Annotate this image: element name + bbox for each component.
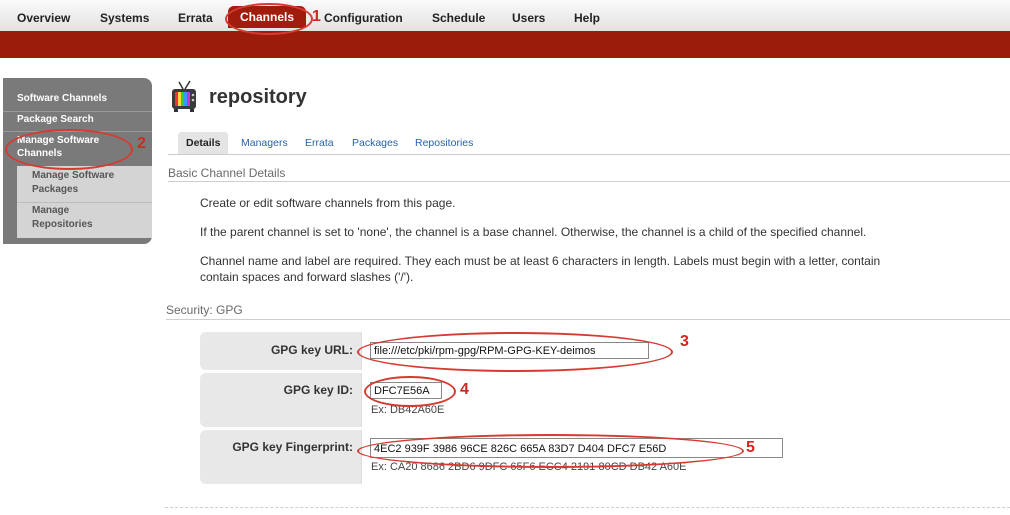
annotation-number-5: 5 [746, 439, 755, 456]
gpg-url-input[interactable]: file:///etc/pki/rpm-gpg/RPM-GPG-KEY-deim… [370, 342, 649, 359]
sidebar: Software Channels Package Search Manage … [3, 78, 152, 244]
annotation-number-1: 1 [312, 8, 321, 25]
sidebar-divider [3, 131, 152, 132]
gpg-id-row: GPG key ID: [200, 373, 792, 427]
gpg-fingerprint-hint: Ex: CA20 8686 2BD6 9DFC 65F6 ECC4 2191 8… [371, 461, 687, 473]
intro-paragraph: Create or edit software channels from th… [200, 196, 456, 210]
section-heading-gpg: Security: GPG [166, 303, 243, 317]
gpg-id-input[interactable]: DFC7E56A [370, 382, 442, 399]
gpg-fingerprint-input[interactable]: 4EC2 939F 3986 96CE 826C 665A 83D7 D404 … [370, 438, 783, 458]
requirements-paragraph-cont: contain spaces and forward slashes ('/')… [200, 270, 414, 284]
header-band [0, 31, 1010, 58]
subtab-repositories[interactable]: Repositories [415, 132, 473, 154]
sidebar-subitem-manage-software-packages[interactable]: Manage Software Packages [32, 169, 142, 197]
subtab-divider [168, 154, 1010, 155]
tv-channel-icon [172, 80, 196, 112]
parent-channel-paragraph: If the parent channel is set to 'none', … [200, 225, 867, 239]
tab-configuration[interactable]: Configuration [324, 11, 403, 25]
tab-errata[interactable]: Errata [178, 11, 213, 25]
section-divider [166, 319, 1010, 320]
bottom-divider [165, 507, 1010, 509]
page-title: repository [209, 86, 307, 108]
tab-help[interactable]: Help [574, 11, 600, 25]
sidebar-divider [3, 111, 152, 112]
sidebar-item-package-search[interactable]: Package Search [17, 113, 94, 126]
gpg-url-label: GPG key URL: [270, 343, 353, 357]
section-divider [168, 181, 1010, 182]
sidebar-item-manage-software-channels[interactable]: Manage Software Channels [17, 134, 127, 160]
sidebar-item-software-channels[interactable]: Software Channels [17, 92, 107, 105]
subtab-errata[interactable]: Errata [305, 132, 334, 154]
subtab-packages[interactable]: Packages [352, 132, 398, 154]
subtab-details[interactable]: Details [178, 132, 229, 154]
gpg-id-label: GPG key ID: [283, 383, 353, 397]
tab-overview[interactable]: Overview [17, 11, 70, 25]
subtab-managers[interactable]: Managers [241, 132, 288, 154]
annotation-number-3: 3 [680, 333, 689, 350]
gpg-fingerprint-label: GPG key Fingerprint: [232, 440, 353, 454]
tab-users[interactable]: Users [512, 11, 545, 25]
requirements-paragraph: Channel name and label are required. The… [200, 254, 881, 268]
tab-systems[interactable]: Systems [100, 11, 149, 25]
section-heading-basic: Basic Channel Details [168, 166, 286, 180]
tab-schedule[interactable]: Schedule [432, 11, 485, 25]
top-navigation: Overview Systems Errata Channels Configu… [0, 0, 1010, 32]
tab-channels[interactable]: Channels [228, 6, 306, 28]
gpg-id-hint: Ex: DB42A60E [371, 404, 445, 416]
annotation-number-4: 4 [460, 381, 469, 398]
sidebar-subitem-manage-repositories[interactable]: Manage Repositories [32, 204, 122, 232]
annotation-number-2: 2 [137, 135, 146, 152]
sidebar-divider [17, 202, 152, 203]
